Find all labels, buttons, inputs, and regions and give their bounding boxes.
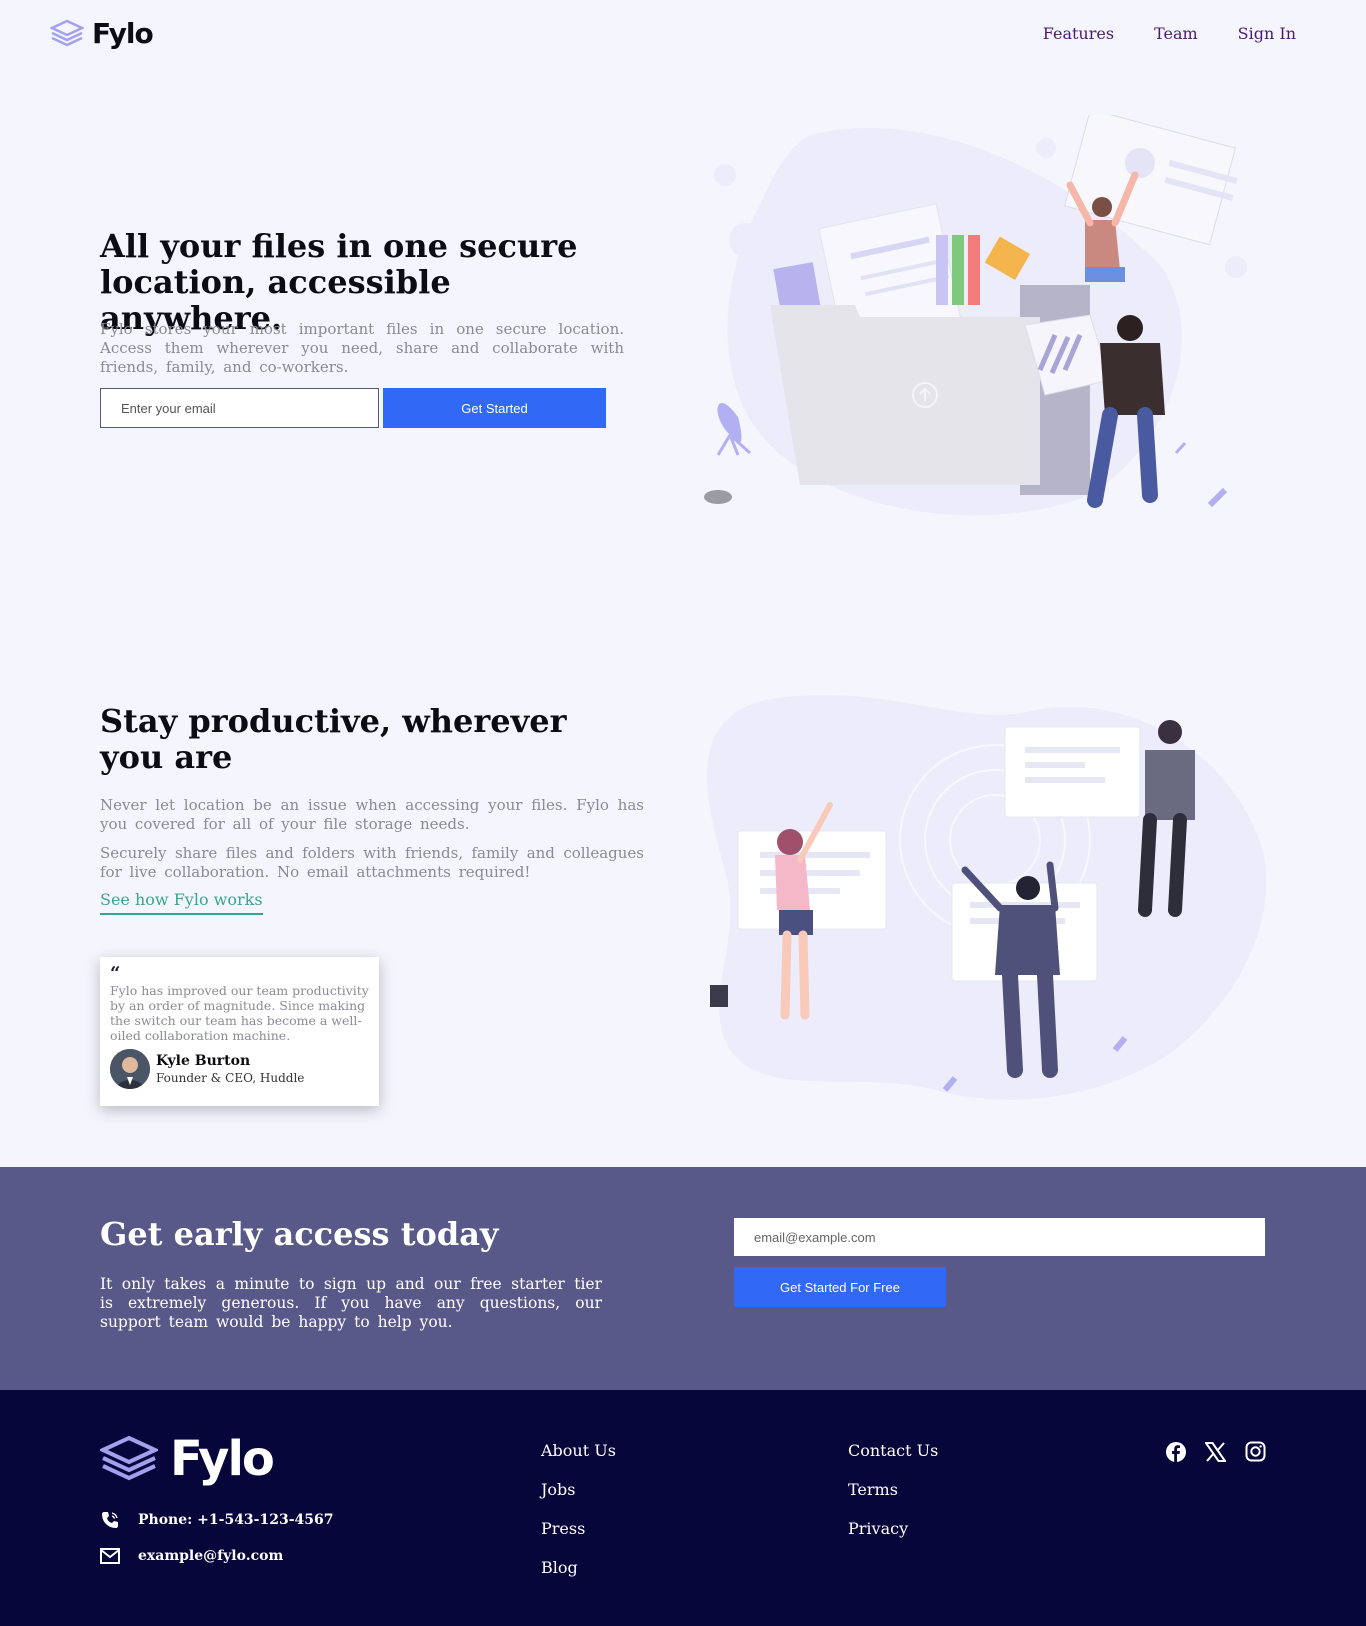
footer-links-col-2: Contact Us Terms Privacy [848,1440,938,1539]
see-how-link[interactable]: See how Fylo works [100,890,263,915]
footer-phone-text[interactable]: Phone: +1-543-123-4567 [138,1512,334,1528]
get-started-button[interactable]: Get Started [383,388,606,428]
mail-icon [100,1548,120,1564]
author-role: Founder & CEO, Huddle [156,1071,305,1085]
testimonial-author: Kyle Burton Founder & CEO, Huddle [110,1049,369,1089]
cta-email-input[interactable] [734,1218,1265,1256]
cta-section: Get early access today It only takes a m… [0,1167,1366,1390]
footer-email-text[interactable]: example@fylo.com [138,1548,283,1564]
hero-illustration [704,115,1247,516]
nav-team[interactable]: Team [1154,24,1198,43]
footer-link-blog[interactable]: Blog [541,1557,616,1578]
nav-sign-in[interactable]: Sign In [1238,24,1296,43]
footer-brand-logo[interactable]: Fylo [100,1431,275,1487]
testimonial-text: Fylo has improved our team productivity … [110,983,369,1043]
footer-link-about-us[interactable]: About Us [541,1440,616,1461]
productive-paragraph-1: Never let location be an issue when acce… [100,796,644,833]
brand-logo[interactable]: Fylo [50,17,154,50]
phone-icon [102,1512,118,1528]
footer-link-terms[interactable]: Terms [848,1479,938,1500]
layers-logo-icon [100,1435,158,1481]
social-links [1164,1440,1267,1463]
footer-phone: Phone: +1-543-123-4567 [100,1510,334,1530]
layers-logo-icon [50,19,84,46]
cta-title: Get early access today [100,1215,499,1253]
productive-paragraph-2: Securely share files and folders with fr… [100,844,644,881]
footer-link-contact-us[interactable]: Contact Us [848,1440,938,1461]
brand-name: Fylo [92,17,154,50]
x-icon[interactable] [1204,1440,1227,1463]
footer-link-press[interactable]: Press [541,1518,616,1539]
footer-link-privacy[interactable]: Privacy [848,1518,938,1539]
hero-description: Fylo stores your most important files in… [100,320,624,376]
testimonial-card: “ Fylo has improved our team productivit… [100,957,379,1106]
site-footer: Fylo Phone: +1-543-123-4567 example@fylo… [0,1390,1366,1626]
site-header: Fylo Features Team Sign In [0,0,1366,72]
get-started-free-button[interactable]: Get Started For Free [734,1267,946,1307]
footer-link-jobs[interactable]: Jobs [541,1479,616,1500]
nav-features[interactable]: Features [1043,24,1114,43]
hero-email-input[interactable] [100,388,379,428]
footer-brand-name: Fylo [170,1431,275,1487]
cta-description: It only takes a minute to sign up and ou… [100,1275,602,1331]
instagram-icon[interactable] [1244,1440,1267,1463]
avatar [110,1049,150,1089]
author-name: Kyle Burton [156,1053,251,1069]
productive-illustration [707,695,1267,1100]
facebook-icon[interactable] [1164,1440,1187,1463]
footer-email: example@fylo.com [100,1548,283,1564]
main-nav: Features Team Sign In [1043,24,1296,43]
quote-icon: “ [110,963,121,984]
footer-links-col-1: About Us Jobs Press Blog [541,1440,616,1578]
productive-title: Stay productive, wherever you are [100,702,567,776]
